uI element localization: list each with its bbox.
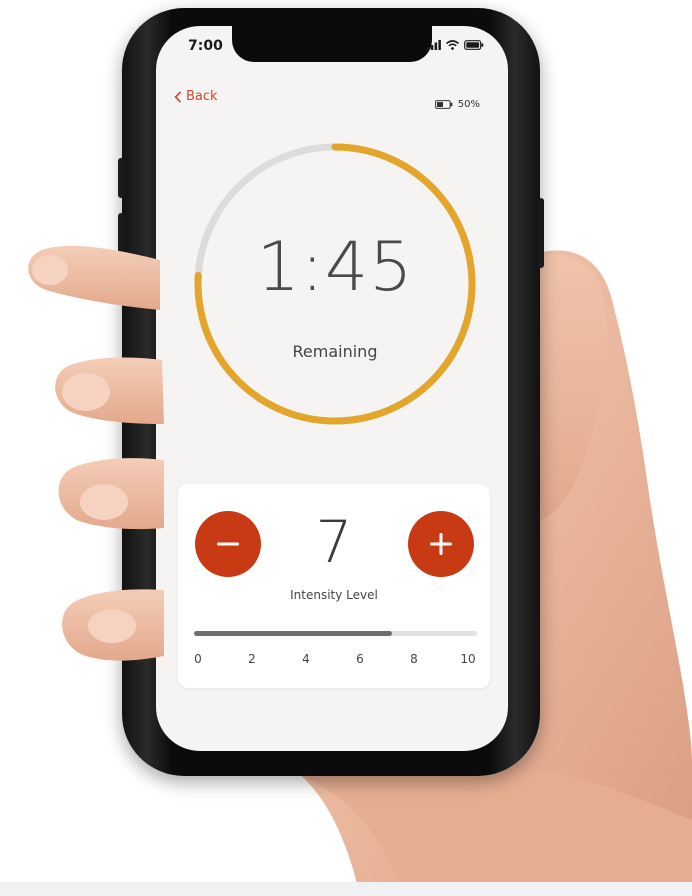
intensity-slider[interactable] (194, 631, 477, 636)
scene: 7:00 Back 50% 1:45 Remaining 7 Intensity… (0, 0, 692, 896)
power-button (538, 198, 544, 268)
plus-icon (430, 533, 452, 555)
home-indicator (276, 739, 388, 743)
intensity-value: 7 (315, 508, 353, 576)
back-label: Back (186, 89, 218, 104)
timer-label: Remaining (292, 342, 378, 361)
signal-icon (427, 40, 441, 50)
notch (232, 26, 432, 62)
minus-icon (217, 542, 239, 546)
decrease-intensity-button[interactable] (195, 511, 261, 577)
slider-ticks: 0 2 4 6 8 10 (194, 652, 484, 668)
battery-icon (464, 40, 484, 50)
timer-value: 1:45 (256, 228, 414, 307)
increase-intensity-button[interactable] (408, 511, 474, 577)
timer-ring: 1:45 Remaining (182, 142, 488, 426)
slider-fill (194, 631, 393, 636)
slider-tick-label: 2 (248, 652, 256, 666)
status-icons (427, 40, 484, 50)
bottom-strip (0, 882, 692, 896)
battery-half-icon (434, 100, 453, 109)
battery-level: 50% (434, 99, 480, 110)
slider-tick-label: 10 (460, 652, 476, 666)
intensity-label: Intensity Level (290, 588, 378, 602)
slider-tick-label: 6 (356, 652, 364, 666)
status-time: 7:00 (188, 38, 223, 54)
app-screen: 7:00 Back 50% 1:45 Remaining 7 Intensity… (156, 26, 508, 751)
slider-tick-label: 8 (410, 652, 418, 666)
battery-percent: 50% (457, 99, 480, 110)
volume-down-button (118, 213, 124, 253)
chevron-left-icon (174, 90, 182, 103)
wifi-icon (446, 40, 459, 50)
back-button[interactable]: Back (174, 89, 218, 104)
intensity-card: 7 Intensity Level 0 2 4 6 8 10 (178, 484, 490, 688)
slider-tick-label: 0 (194, 652, 202, 666)
phone-frame: 7:00 Back 50% 1:45 Remaining 7 Intensity… (118, 8, 544, 776)
volume-up-button (118, 158, 124, 198)
slider-tick-label: 4 (302, 652, 310, 666)
